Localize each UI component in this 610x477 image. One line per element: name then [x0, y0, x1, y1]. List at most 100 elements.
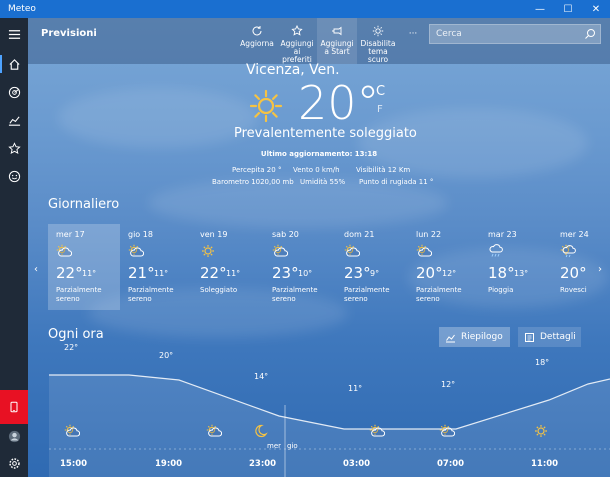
partly-cloudy-icon	[344, 244, 361, 258]
window-title: Meteo	[8, 4, 36, 14]
hourly-chart	[49, 374, 610, 477]
low-temp: 11°	[154, 269, 169, 278]
radar-map-icon[interactable]	[0, 80, 28, 104]
sunny-icon	[533, 423, 549, 437]
wind: Vento 0 km/h	[293, 166, 340, 174]
high-temp: 22°	[200, 264, 227, 282]
more-options-button[interactable]: ···	[403, 18, 423, 64]
details-view-button[interactable]: Dettagli	[518, 327, 581, 347]
day-condition: Parzialmente sereno	[344, 286, 390, 303]
daily-card[interactable]: sab 20 23° 10° Parzialmente sereno	[264, 224, 336, 310]
daily-card[interactable]: mar 23 18° 13° Pioggia	[480, 224, 552, 310]
hourly-time: 07:00	[437, 459, 465, 469]
feels-like: Percepita 20 °	[232, 166, 282, 174]
hourly-temp: 14°	[254, 372, 269, 381]
low-temp: 11°	[82, 269, 97, 278]
hourly-temp: 11°	[348, 384, 363, 393]
hourly-temp: 12°	[441, 380, 456, 389]
fahrenheit-toggle[interactable]: F	[377, 104, 383, 115]
dew-point: Punto di rugiada 11 °	[359, 178, 434, 186]
day-name: ven 19	[200, 230, 228, 239]
hourly-title: Ogni ora	[48, 327, 104, 342]
add-favorite-button[interactable]: Aggiungi ai preferiti	[277, 18, 317, 64]
daily-card[interactable]: mer 24 20° Rovesci	[552, 224, 610, 310]
summary-view-label: Riepilogo	[461, 332, 503, 342]
hourly-temp: 18°	[535, 358, 550, 367]
sun-icon	[372, 25, 384, 37]
hourly-time: 15:00	[60, 459, 88, 469]
refresh-label: Aggiorna	[240, 39, 274, 48]
minimize-button[interactable]: —	[526, 0, 554, 18]
section-title: Previsioni	[41, 28, 97, 39]
search-placeholder: Cerca	[436, 29, 462, 39]
high-temp: 22°	[56, 264, 83, 282]
maximize-button[interactable]: ☐	[554, 0, 582, 18]
day-condition: Pioggia	[488, 286, 514, 294]
settings-gear-icon[interactable]	[0, 451, 28, 475]
day-condition: Parzialmente sereno	[416, 286, 462, 303]
day-label-previous: mer	[267, 442, 282, 450]
current-temperature: 20°	[298, 76, 380, 130]
high-temp: 20°	[416, 264, 443, 282]
daily-card[interactable]: ven 19 22° 11° Soleggiato	[192, 224, 264, 310]
celsius-toggle[interactable]: C	[376, 84, 385, 99]
high-temp: 23°	[344, 264, 371, 282]
phone-icon[interactable]	[0, 390, 28, 424]
sidebar	[0, 18, 28, 477]
home-icon[interactable]	[0, 52, 28, 76]
disable-dark-theme-label: Disabilita tema scuro	[360, 39, 396, 64]
title-bar: Meteo — ☐ ✕	[0, 0, 610, 18]
close-button[interactable]: ✕	[582, 0, 610, 18]
high-temp: 21°	[128, 264, 155, 282]
partly-cloudy-icon	[128, 244, 145, 258]
smiley-icon[interactable]	[0, 164, 28, 188]
daily-card[interactable]: mer 17 22° 11° Parzialmente sereno	[48, 224, 120, 310]
search-icon[interactable]	[584, 28, 596, 40]
refresh-icon	[252, 26, 262, 36]
details-view-label: Dettagli	[540, 332, 576, 342]
chart-icon	[446, 334, 455, 342]
pin-icon	[332, 26, 342, 36]
hourly-time: 23:00	[249, 459, 277, 469]
humidity: Umidità 55%	[300, 178, 346, 186]
low-temp: 9°	[370, 269, 380, 278]
moon-icon	[252, 423, 268, 438]
pin-to-start-button[interactable]: Aggiungi a Start	[317, 18, 357, 64]
historical-chart-icon[interactable]	[0, 108, 28, 132]
day-condition: Rovesci	[560, 286, 587, 294]
partly-cloudy-icon	[64, 423, 81, 437]
hourly-time: 03:00	[343, 459, 371, 469]
scroll-left-icon[interactable]: ‹	[34, 264, 38, 275]
refresh-button[interactable]: Aggiorna	[237, 18, 277, 64]
low-temp: 12°	[442, 269, 457, 278]
hamburger-menu-icon[interactable]	[0, 22, 28, 46]
add-favorite-label: Aggiungi ai preferiti	[280, 39, 314, 64]
daily-card[interactable]: dom 21 23° 9° Parzialmente sereno	[336, 224, 408, 310]
more-label: ···	[408, 29, 418, 39]
last-updated: Ultimo aggiornamento: 13:18	[260, 150, 378, 158]
partly-cloudy-icon	[416, 244, 433, 258]
search-input[interactable]: Cerca	[429, 24, 601, 44]
current-condition: Prevalentemente soleggiato	[234, 126, 417, 141]
day-condition: Parzialmente sereno	[128, 286, 174, 303]
pressure: Barometro 1020,00 mb	[212, 178, 294, 186]
hourly-temp: 22°	[64, 343, 79, 352]
partly-cloudy-icon	[439, 423, 456, 437]
hourly-time: 19:00	[155, 459, 183, 469]
day-label-next: gio	[287, 442, 298, 450]
low-temp: 11°	[226, 269, 241, 278]
low-temp: 13°	[514, 269, 529, 278]
daily-card[interactable]: gio 18 21° 11° Parzialmente sereno	[120, 224, 192, 310]
partly-cloudy-icon	[56, 244, 73, 258]
day-condition: Soleggiato	[200, 286, 238, 294]
disable-dark-theme-button[interactable]: Disabilita tema scuro	[357, 18, 399, 64]
hourly-time: 11:00	[531, 459, 559, 469]
avatar[interactable]	[0, 424, 28, 448]
partly-cloudy-icon	[369, 423, 386, 437]
daily-card[interactable]: lun 22 20° 12° Parzialmente sereno	[408, 224, 480, 310]
high-temp: 23°	[272, 264, 299, 282]
day-name: mer 17	[56, 230, 85, 239]
favorites-star-icon[interactable]	[0, 136, 28, 160]
day-name: mer 24	[560, 230, 589, 239]
summary-view-button[interactable]: Riepilogo	[439, 327, 510, 347]
